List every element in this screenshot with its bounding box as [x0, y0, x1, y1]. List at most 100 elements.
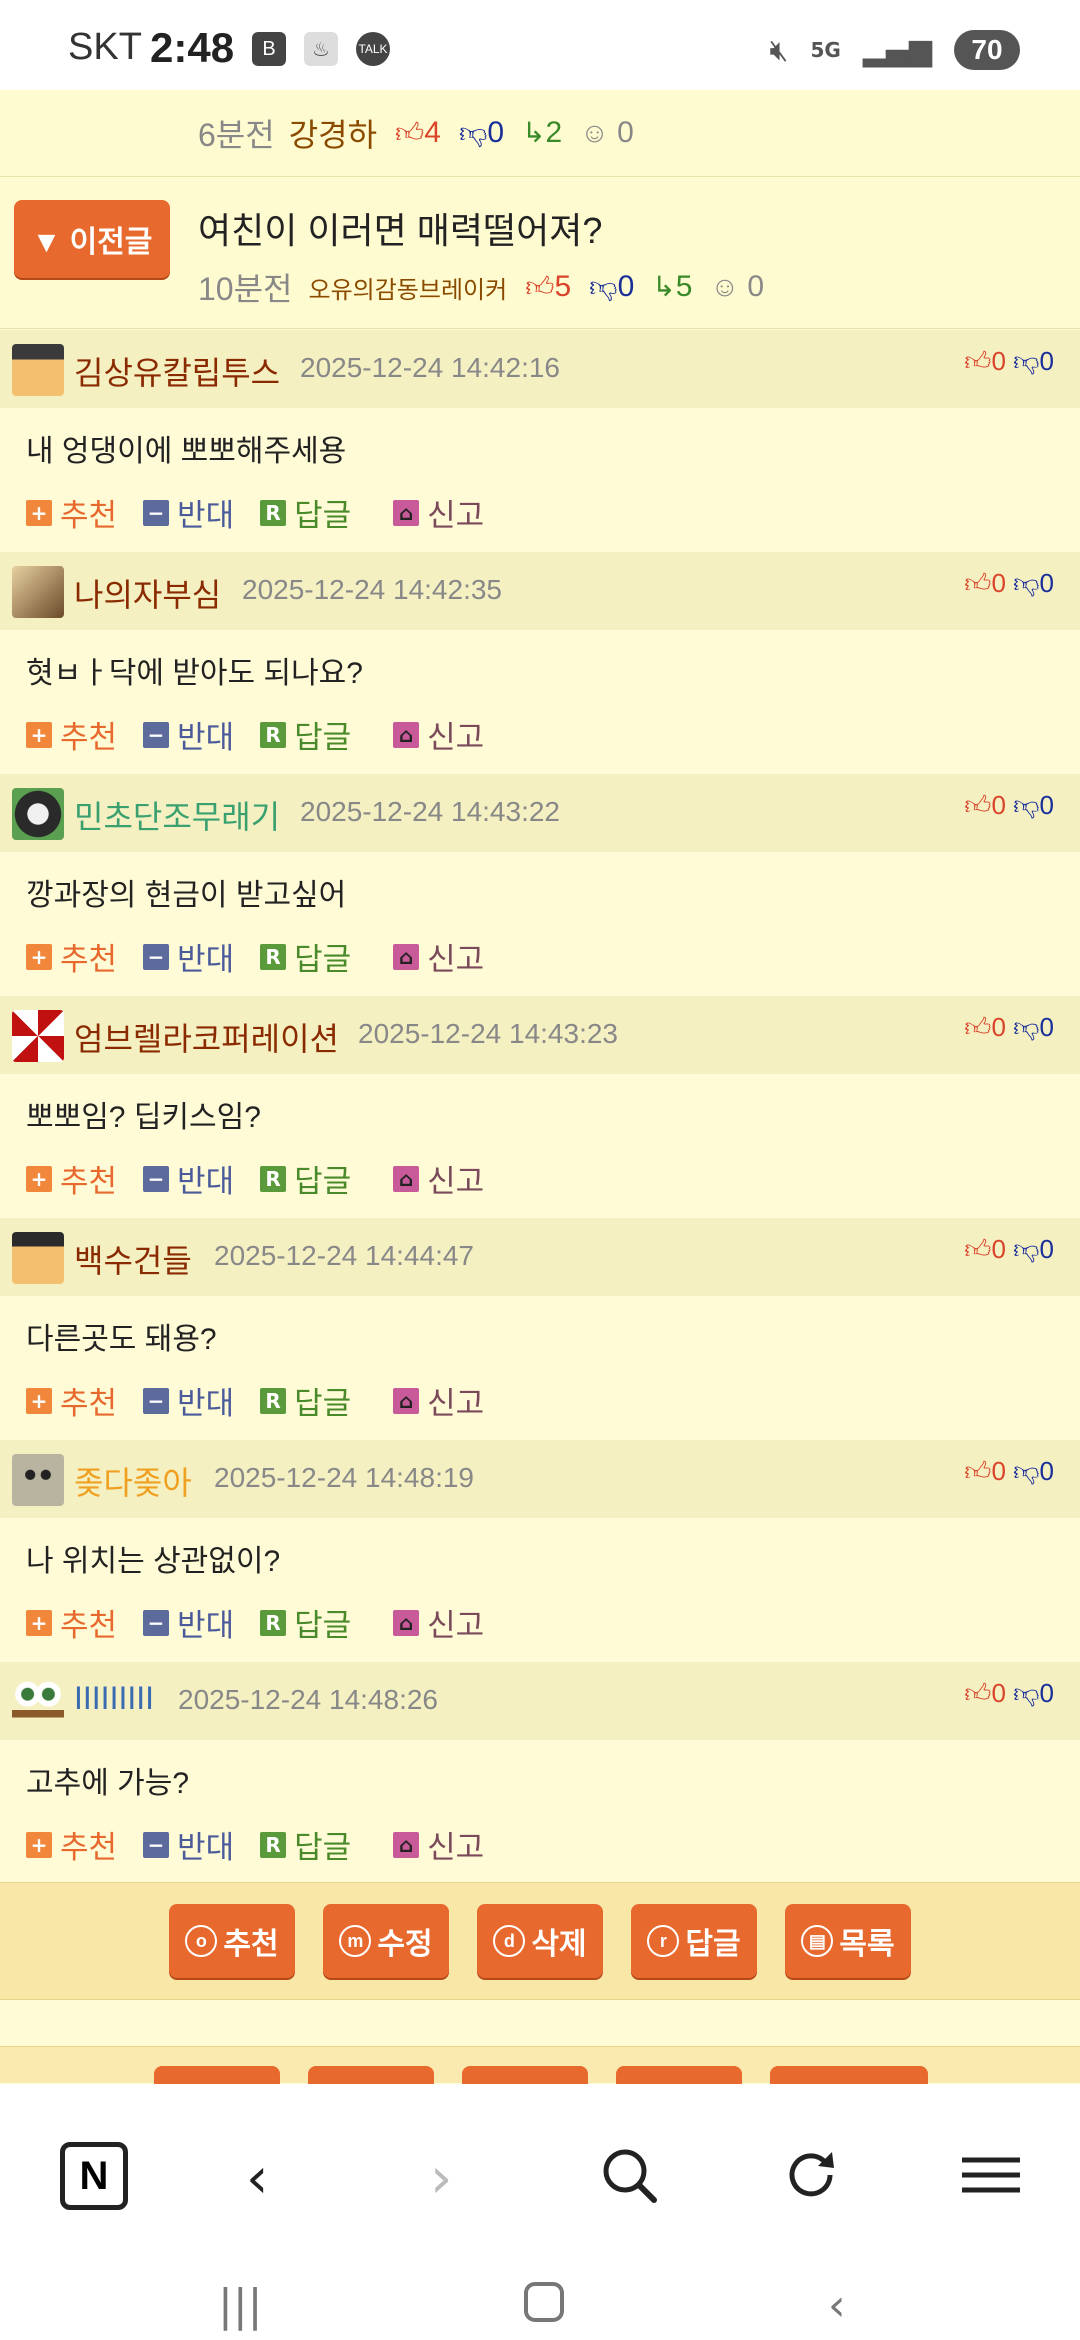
post-writer[interactable]: 오유의감동브레이커: [308, 270, 507, 305]
reply-arrow-icon: ↳: [522, 117, 546, 148]
system-back-button[interactable]: ‹: [828, 2280, 846, 2331]
oppose-button[interactable]: − 반대: [143, 490, 234, 535]
avatar[interactable]: [12, 1454, 64, 1506]
notification-icons: B ♨ TALK: [252, 32, 390, 66]
prev-post-title[interactable]: 여친이 이러면 매력떨어져?: [198, 202, 602, 254]
button-glyph-icon: m: [339, 1925, 372, 1957]
menu-icon[interactable]: [960, 2146, 1022, 2218]
post-row-above[interactable]: 6분전 강경하 👍︎4 👎︎0 ↳2 ☺ 0: [0, 90, 1080, 177]
comment-author[interactable]: 민초단조무래기: [74, 792, 280, 838]
smiley-icon: ☺: [710, 271, 740, 302]
comment-date: 2025-12-24 14:43:23: [358, 1018, 618, 1049]
recommend-button[interactable]: + 추천: [26, 490, 117, 535]
reply-r-icon: R: [260, 1165, 287, 1192]
oppose-button[interactable]: − 반대: [143, 1378, 234, 1423]
refresh-icon[interactable]: [782, 2146, 840, 2218]
comment-author[interactable]: 백수건들: [74, 1236, 192, 1282]
carrier-label: SKT: [68, 26, 142, 68]
avatar[interactable]: [12, 566, 64, 618]
recommend-button[interactable]: + 추천: [26, 1600, 117, 1645]
oppose-button[interactable]: − 반대: [143, 1600, 234, 1645]
comment-item: 민초단조무래기 2025-12-24 14:43:22 👍︎0 👎︎0 깡과장의…: [0, 774, 1080, 996]
reply-button[interactable]: R 답글: [260, 490, 351, 535]
avatar[interactable]: [12, 1010, 64, 1062]
comment-header: 민초단조무래기 2025-12-24 14:43:22 👍︎0 👎︎0: [0, 774, 1080, 852]
recommend-button[interactable]: + 추천: [26, 1156, 117, 1201]
prev-post[interactable]: ▼ 이전글 여친이 이러면 매력떨어져? 10분전 오유의감동브레이커 👍︎5 …: [0, 178, 1080, 329]
comment-text: 고추에 가능?: [26, 1767, 190, 1800]
avatar[interactable]: [12, 788, 64, 840]
comment-header: 엄브렐라코퍼레이션 2025-12-24 14:43:23 👍︎0 👎︎0: [0, 996, 1080, 1074]
oppose-button[interactable]: − 반대: [143, 1156, 234, 1201]
mute-icon: 🔇︎: [769, 32, 789, 68]
search-icon[interactable]: [600, 2146, 658, 2218]
comment-author[interactable]: 나의자부심: [74, 570, 221, 616]
reply-r-icon: R: [260, 1831, 287, 1858]
up-count: 0: [991, 790, 1006, 820]
comment-item: 엄브렐라코퍼레이션 2025-12-24 14:43:23 👍︎0 👎︎0 뽀뽀…: [0, 996, 1080, 1218]
button-label: 삭제: [531, 1928, 587, 1961]
battery-indicator: 70: [954, 30, 1020, 70]
comment-author[interactable]: IIIIIIIII: [74, 1680, 154, 1717]
comment-author[interactable]: 엄브렐라코퍼레이션: [74, 1014, 339, 1060]
report-button[interactable]: ⌂ 신고: [393, 1600, 484, 1645]
signal-icon: ▂▄▆: [862, 32, 932, 68]
reply-button[interactable]: R 답글: [260, 1822, 351, 1867]
recommend-button[interactable]: + 추천: [26, 712, 117, 757]
comment-author[interactable]: 좆다좆아: [74, 1458, 192, 1504]
comment-date: 2025-12-24 14:42:16: [300, 352, 560, 383]
home-icon[interactable]: [522, 2280, 566, 2335]
bottom-button-3[interactable]: r 답글: [631, 1904, 757, 1978]
bottom-button-0[interactable]: o 추천: [169, 1904, 295, 1978]
avatar[interactable]: [12, 1676, 64, 1728]
bottom-button-2[interactable]: d 삭제: [477, 1904, 603, 1978]
recommend-button[interactable]: + 추천: [26, 934, 117, 979]
oppose-button[interactable]: − 반대: [143, 934, 234, 979]
views-count: ☺ 0: [710, 270, 765, 303]
oppose-button[interactable]: − 반대: [143, 1822, 234, 1867]
back-button[interactable]: ‹: [246, 2146, 268, 2211]
avatar[interactable]: [12, 344, 64, 396]
report-button[interactable]: ⌂ 신고: [393, 1378, 484, 1423]
reply-button[interactable]: R 답글: [260, 712, 351, 757]
thumbs-up-icon: 👍︎: [395, 117, 425, 148]
report-icon: ⌂: [393, 721, 420, 748]
comment-votes: 👍︎0 👎︎0: [964, 346, 1054, 377]
report-button[interactable]: ⌂ 신고: [393, 712, 484, 757]
recommend-button[interactable]: + 추천: [26, 1822, 117, 1867]
thumbs-up-icon: 👍︎: [964, 568, 992, 598]
forward-button[interactable]: ›: [430, 2146, 452, 2211]
comment-item: 백수건들 2025-12-24 14:44:47 👍︎0 👎︎0 다른곳도 돼용…: [0, 1218, 1080, 1440]
comment-author[interactable]: 김상유칼립투스: [74, 348, 280, 394]
recommend-button[interactable]: + 추천: [26, 1378, 117, 1423]
reply-button[interactable]: R 답글: [260, 1156, 351, 1201]
report-button[interactable]: ⌂ 신고: [393, 934, 484, 979]
report-button[interactable]: ⌂ 신고: [393, 490, 484, 535]
prev-post-button[interactable]: ▼ 이전글: [14, 200, 170, 278]
reply-button[interactable]: R 답글: [260, 1378, 351, 1423]
report-icon: ⌂: [393, 1831, 420, 1858]
comment-actions: + 추천 − 반대 R 답글 ⌂ 신고: [26, 1378, 510, 1423]
avatar[interactable]: [12, 1232, 64, 1284]
reply-button[interactable]: R 답글: [260, 934, 351, 979]
naver-home-button[interactable]: N: [60, 2142, 128, 2210]
comment-date: 2025-12-24 14:48:26: [178, 1684, 438, 1715]
up-count: 0: [991, 1456, 1006, 1486]
clock: 2:48: [150, 24, 235, 71]
post-age: 10분전: [198, 271, 293, 307]
report-button[interactable]: ⌂ 신고: [393, 1822, 484, 1867]
comment-actions: + 추천 − 반대 R 답글 ⌂ 신고: [26, 1600, 510, 1645]
reply-button[interactable]: R 답글: [260, 1600, 351, 1645]
views-count: ☺ 0: [580, 116, 634, 149]
thumbs-down-icon: 👎︎: [589, 271, 618, 302]
up-count: 0: [991, 1234, 1006, 1264]
oppose-button[interactable]: − 반대: [143, 712, 234, 757]
report-button[interactable]: ⌂ 신고: [393, 1156, 484, 1201]
bottom-button-1[interactable]: m 수정: [323, 1904, 449, 1978]
recents-button[interactable]: |||: [218, 2280, 262, 2331]
bottom-button-4[interactable]: ▤ 목록: [785, 1904, 911, 1978]
post-writer[interactable]: 강경하: [289, 110, 377, 156]
comment-text: 나 위치는 상관없이?: [26, 1545, 281, 1578]
comment-item: IIIIIIIII 2025-12-24 14:48:26 👍︎0 👎︎0 고추…: [0, 1662, 1080, 1884]
thumbs-down-icon: 👎︎: [1013, 1234, 1040, 1264]
